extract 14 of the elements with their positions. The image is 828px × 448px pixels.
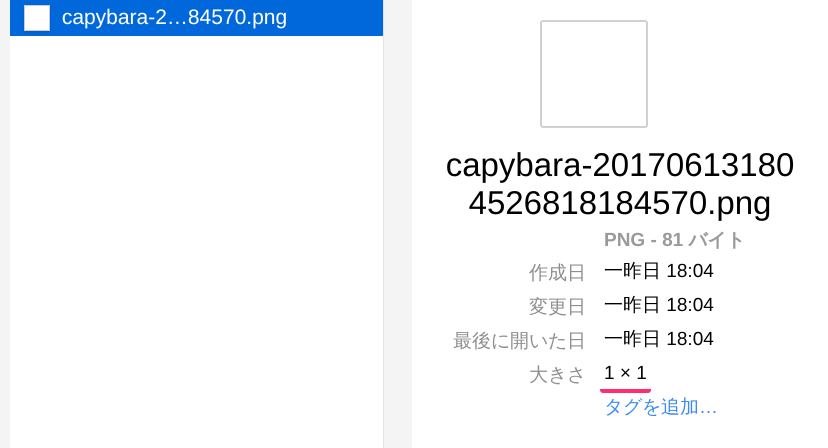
info-value: 一昨日 18:04 [604, 260, 714, 284]
file-row[interactable]: capybara-2…84570.png [10, 0, 383, 36]
add-tags-link[interactable]: タグを追加… [604, 393, 824, 423]
info-label: 最後に開いた日 [452, 330, 586, 354]
file-icon [24, 5, 50, 31]
info-value: 一昨日 18:04 [604, 294, 714, 318]
file-title: capybara-201706131804526818184570.png [444, 146, 796, 222]
file-name: capybara-2…84570.png [62, 5, 288, 32]
file-type: PNG - 81 バイト [604, 229, 746, 253]
info-label: 大きさ [528, 364, 586, 388]
info-value: 1 × 1 [600, 359, 651, 393]
info-value: 一昨日 18:04 [604, 328, 714, 352]
info-label: 変更日 [528, 296, 586, 320]
info-label: 作成日 [528, 262, 586, 286]
